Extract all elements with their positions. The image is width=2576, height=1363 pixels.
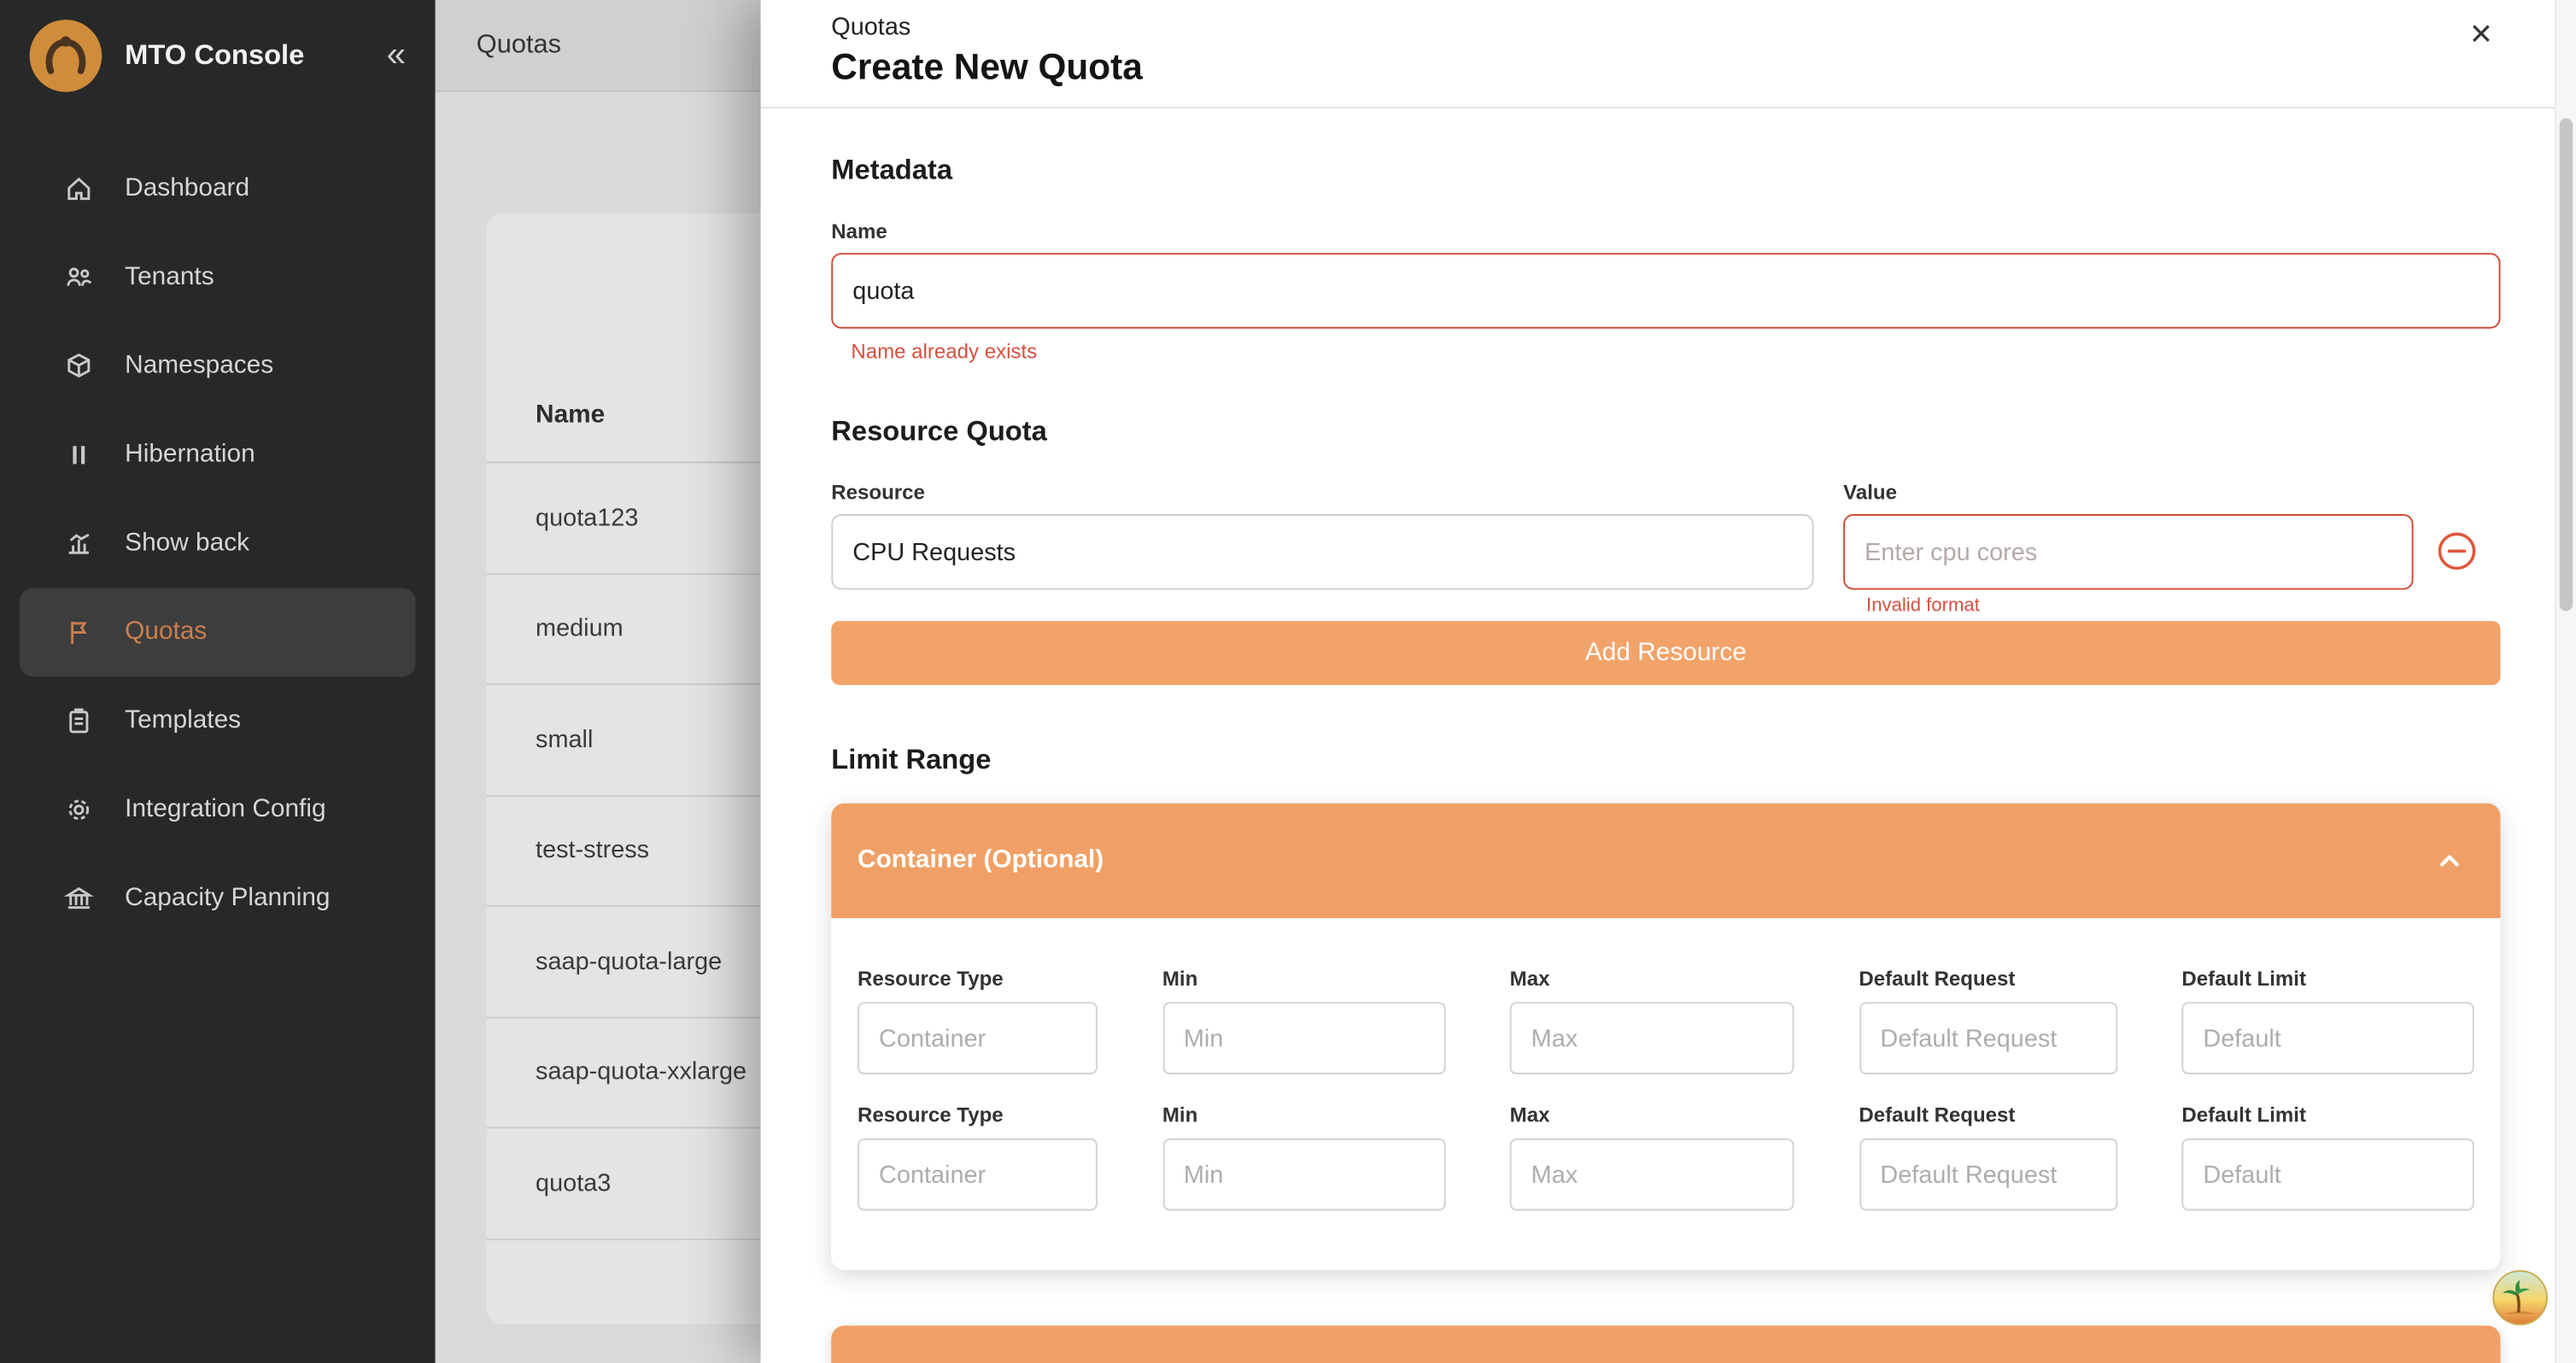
sidebar-nav: Dashboard Tenants Namespaces Hibernation… bbox=[0, 144, 436, 943]
default-limit-input[interactable] bbox=[2181, 1002, 2474, 1074]
value-error-text: Invalid format bbox=[1843, 596, 2413, 616]
limit-range-row: Resource Type Min Max Default Reque bbox=[858, 968, 2474, 1074]
bank-icon bbox=[62, 882, 95, 915]
resource-quota-row: Resource Value Invalid format bbox=[831, 448, 2500, 616]
mto-logo-icon bbox=[30, 20, 102, 92]
resource-type-label: Resource Type bbox=[858, 968, 1098, 991]
drawer-body: Metadata Name Name already exists Resour… bbox=[761, 108, 2576, 1363]
sidebar-item-capacity-planning[interactable]: Capacity Planning bbox=[0, 854, 436, 943]
home-icon bbox=[62, 173, 95, 205]
scrollbar-thumb[interactable] bbox=[2560, 118, 2573, 611]
pause-icon bbox=[62, 439, 95, 471]
container-section-body: Resource Type Min Max Default Reque bbox=[831, 918, 2500, 1270]
sidebar-item-tenants[interactable]: Tenants bbox=[0, 233, 436, 322]
pod-section-header[interactable]: Pod (Optional) bbox=[831, 1325, 2500, 1363]
app-title: MTO Console bbox=[125, 39, 373, 72]
users-icon bbox=[62, 261, 95, 294]
tab-quotas[interactable]: Quotas bbox=[477, 31, 561, 61]
min-input[interactable] bbox=[1162, 1002, 1445, 1074]
sidebar-item-label: Dashboard bbox=[125, 174, 249, 204]
default-limit-label: Default Limit bbox=[2181, 968, 2474, 991]
resource-type-input[interactable] bbox=[858, 1002, 1098, 1074]
sidebar-item-label: Tenants bbox=[125, 263, 214, 293]
default-request-input[interactable] bbox=[1859, 1002, 2116, 1074]
max-label: Max bbox=[1510, 1104, 1794, 1127]
sidebar-collapse-button[interactable]: « bbox=[373, 36, 419, 75]
name-input[interactable] bbox=[831, 253, 2500, 328]
drawer-header: Quotas Create New Quota × bbox=[761, 0, 2576, 108]
sidebar-item-label: Show back bbox=[125, 529, 249, 559]
limit-range-row: Resource Type Min Max Default Reque bbox=[858, 1104, 2474, 1211]
sidebar-item-hibernation[interactable]: Hibernation bbox=[0, 411, 436, 500]
max-input[interactable] bbox=[1510, 1138, 1794, 1211]
default-limit-input[interactable] bbox=[2181, 1138, 2474, 1211]
minus-circle-icon bbox=[2437, 530, 2478, 571]
sidebar: MTO Console « Dashboard Tenants Namespac… bbox=[0, 0, 436, 1363]
sidebar-item-label: Namespaces bbox=[125, 352, 273, 382]
create-quota-drawer: Quotas Create New Quota × Metadata Name … bbox=[761, 0, 2576, 1363]
sidebar-item-label: Integration Config bbox=[125, 795, 325, 825]
default-request-label: Default Request bbox=[1859, 1104, 2116, 1127]
resource-label: Resource bbox=[831, 482, 1813, 505]
max-label: Max bbox=[1510, 968, 1794, 991]
flag-icon bbox=[62, 616, 95, 648]
gear-icon bbox=[62, 793, 95, 826]
resource-type-label: Resource Type bbox=[858, 1104, 1098, 1127]
default-limit-label: Default Limit bbox=[2181, 1104, 2474, 1127]
drawer-title: Create New Quota bbox=[831, 46, 2505, 89]
sidebar-item-label: Capacity Planning bbox=[125, 884, 330, 914]
brand: MTO Console « bbox=[0, 0, 436, 112]
resource-type-input[interactable] bbox=[858, 1138, 1098, 1211]
min-label: Min bbox=[1162, 968, 1445, 991]
palm-tree-icon bbox=[2492, 1270, 2548, 1325]
close-icon[interactable]: × bbox=[2461, 13, 2503, 54]
app-root: MTO Console « Dashboard Tenants Namespac… bbox=[0, 0, 2576, 1363]
resource-select[interactable] bbox=[831, 514, 1813, 589]
sidebar-item-templates[interactable]: Templates bbox=[0, 676, 436, 765]
max-input[interactable] bbox=[1510, 1002, 1794, 1074]
value-label: Value bbox=[1843, 482, 2413, 505]
name-error-text: Name already exists bbox=[831, 340, 2500, 363]
sidebar-item-integration-config[interactable]: Integration Config bbox=[0, 765, 436, 854]
remove-resource-button[interactable] bbox=[2437, 530, 2478, 571]
value-input[interactable] bbox=[1843, 514, 2413, 589]
min-label: Min bbox=[1162, 1104, 1445, 1127]
limit-range-heading: Limit Range bbox=[831, 744, 2500, 776]
chevron-up-icon[interactable] bbox=[2435, 846, 2465, 876]
sidebar-item-dashboard[interactable]: Dashboard bbox=[0, 144, 436, 233]
sidebar-item-label: Quotas bbox=[125, 617, 207, 647]
resource-quota-heading: Resource Quota bbox=[831, 416, 2500, 448]
container-section-header[interactable]: Container (Optional) bbox=[831, 804, 2500, 919]
drawer-breadcrumb: Quotas bbox=[831, 13, 2505, 41]
chart-icon bbox=[62, 527, 95, 559]
clipboard-icon bbox=[62, 705, 95, 737]
cube-icon bbox=[62, 350, 95, 383]
sidebar-item-namespaces[interactable]: Namespaces bbox=[0, 322, 436, 411]
default-request-input[interactable] bbox=[1859, 1138, 2116, 1211]
sidebar-item-label: Hibernation bbox=[125, 440, 255, 470]
sidebar-item-label: Templates bbox=[125, 706, 241, 736]
drawer-scrollbar[interactable] bbox=[2555, 0, 2576, 1363]
metadata-heading: Metadata bbox=[831, 155, 2500, 187]
min-input[interactable] bbox=[1162, 1138, 1445, 1211]
container-section-title: Container (Optional) bbox=[858, 846, 1104, 876]
add-resource-button[interactable]: Add Resource bbox=[831, 621, 2500, 685]
name-label: Name bbox=[831, 220, 2500, 243]
sidebar-item-show-back[interactable]: Show back bbox=[0, 500, 436, 588]
container-limit-range-section: Container (Optional) Resource Type Min bbox=[831, 804, 2500, 1270]
sidebar-item-quotas[interactable]: Quotas bbox=[20, 588, 416, 677]
default-request-label: Default Request bbox=[1859, 968, 2116, 991]
